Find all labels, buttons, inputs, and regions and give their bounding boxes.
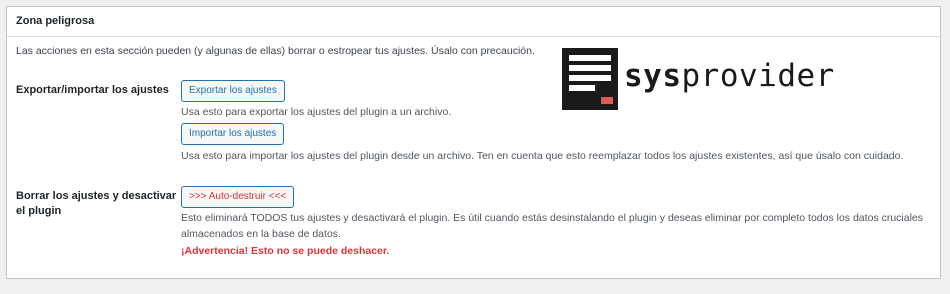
reset-label-line2: el plugin [16,205,62,217]
reset-description-line1: Esto eliminará TODOS tus ajustes y desac… [181,212,924,224]
reset-label: Borrar los ajustes y desactivar el plugi… [16,189,176,219]
section-title: Zona peligrosa [16,15,95,27]
section-divider [7,36,940,37]
reset-description-line2: almacenados en la base de datos. [181,228,341,240]
reset-label-line1: Borrar los ajustes y desactivar [16,190,177,202]
export-import-label: Exportar/importar los ajustes [16,84,169,96]
logo-wordmark: sysprovider [624,58,835,94]
logo-icon [562,48,618,110]
danger-zone-panel: Zona peligrosa Las acciones en esta secc… [6,6,941,279]
export-description: Usa esto para exportar los ajustes del p… [181,106,452,118]
export-settings-button[interactable]: Exportar los ajustes [181,80,285,102]
import-description: Usa esto para importar los ajustes del p… [181,150,904,162]
section-intro: Las acciones en esta sección pueden (y a… [16,45,535,57]
reset-description: Esto eliminará TODOS tus ajustes y desac… [181,210,923,242]
irreversible-warning: ¡Advertencia! Esto no se puede deshacer. [181,245,390,257]
import-settings-button[interactable]: Importar los ajustes [181,123,285,145]
sysprovider-logo: sysprovider [562,48,834,110]
self-destruct-button[interactable]: >>> Auto-destruir <<< [181,186,295,208]
